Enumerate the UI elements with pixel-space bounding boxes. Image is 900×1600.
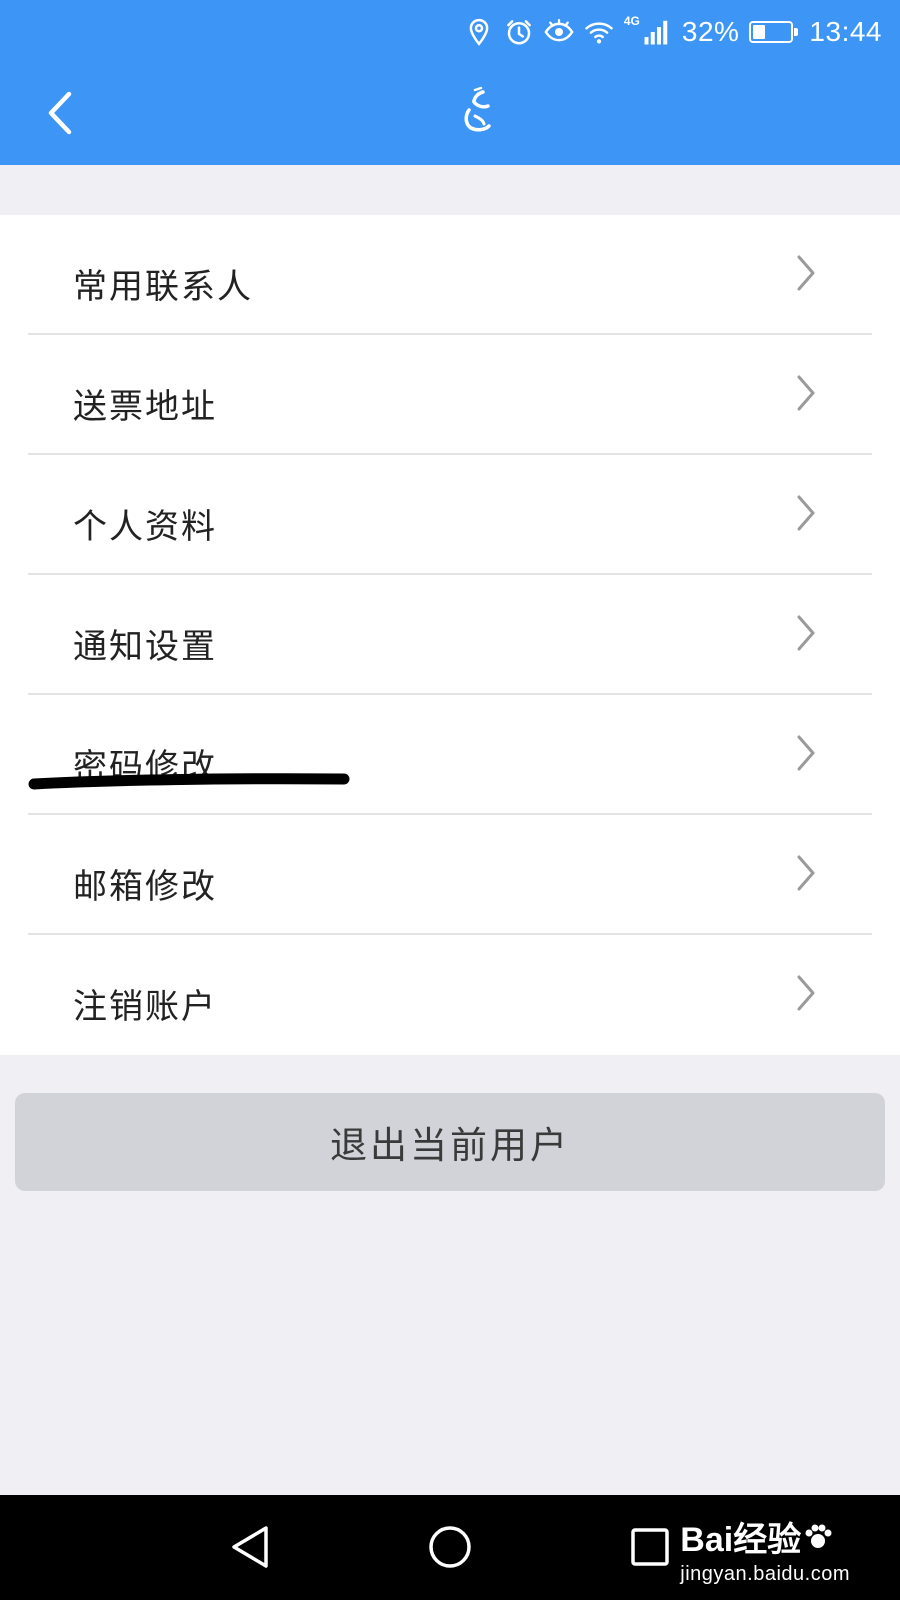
network-type-label: 4G	[623, 14, 640, 28]
chevron-right-icon	[797, 615, 815, 651]
menu-item[interactable]: 通知设置	[0, 575, 900, 695]
chevron-left-icon	[48, 91, 72, 135]
signal-icon	[644, 20, 668, 45]
watermark-brand-text: Bai经验	[680, 1521, 802, 1559]
menu-item[interactable]: 邮箱修改	[0, 815, 900, 935]
nav-recents-button[interactable]	[620, 1517, 680, 1577]
menu-item-label: 个人资料	[73, 507, 217, 547]
chevron-right-icon	[797, 855, 815, 891]
menu-item[interactable]: 常用联系人	[0, 215, 900, 335]
menu-item-label: 密码修改	[73, 747, 217, 787]
chevron-right-icon	[797, 495, 815, 531]
menu-item[interactable]: 密码修改	[0, 695, 900, 815]
nav-back-button[interactable]	[220, 1517, 280, 1577]
menu-item[interactable]: 送票地址	[0, 335, 900, 455]
wifi-icon	[585, 22, 613, 44]
location-icon	[469, 18, 489, 46]
app-header: 4G 32% 13:44	[0, 0, 900, 165]
chevron-right-icon	[797, 255, 815, 291]
recents-square-icon	[631, 1528, 669, 1566]
menu-item[interactable]: 注销账户	[0, 935, 900, 1055]
logout-button[interactable]: 退出当前用户	[15, 1093, 885, 1191]
menu-item[interactable]: 个人资料	[0, 455, 900, 575]
paw-icon	[805, 1524, 832, 1548]
menu-item-label: 注销账户	[73, 987, 217, 1027]
watermark-brand: Bai经验	[680, 1512, 850, 1561]
menu-item-label: 通知设置	[73, 627, 217, 667]
back-triangle-icon	[232, 1526, 268, 1568]
app-logo-icon	[464, 86, 491, 132]
status-bar: 4G 32% 13:44	[464, 12, 882, 52]
baidu-jingyan-watermark: Bai经验 jingyan.baidu.com	[680, 1512, 850, 1586]
settings-menu: 常用联系人送票地址个人资料通知设置密码修改邮箱修改注销账户	[0, 215, 900, 1055]
menu-item-label: 常用联系人	[73, 267, 253, 307]
chevron-right-icon	[797, 735, 815, 771]
battery-percent: 32%	[681, 16, 740, 47]
alarm-icon	[506, 20, 531, 45]
clock: 13:44	[809, 16, 882, 47]
menu-item-label: 邮箱修改	[73, 867, 217, 907]
battery-icon	[749, 21, 799, 43]
menu-item-label: 送票地址	[73, 387, 217, 427]
chevron-right-icon	[797, 975, 815, 1011]
watermark-url: jingyan.baidu.com	[680, 1563, 850, 1585]
eye-icon	[544, 19, 574, 42]
back-button[interactable]	[30, 78, 90, 148]
home-circle-icon	[429, 1526, 471, 1568]
chevron-right-icon	[797, 375, 815, 411]
nav-home-button[interactable]	[420, 1517, 480, 1577]
